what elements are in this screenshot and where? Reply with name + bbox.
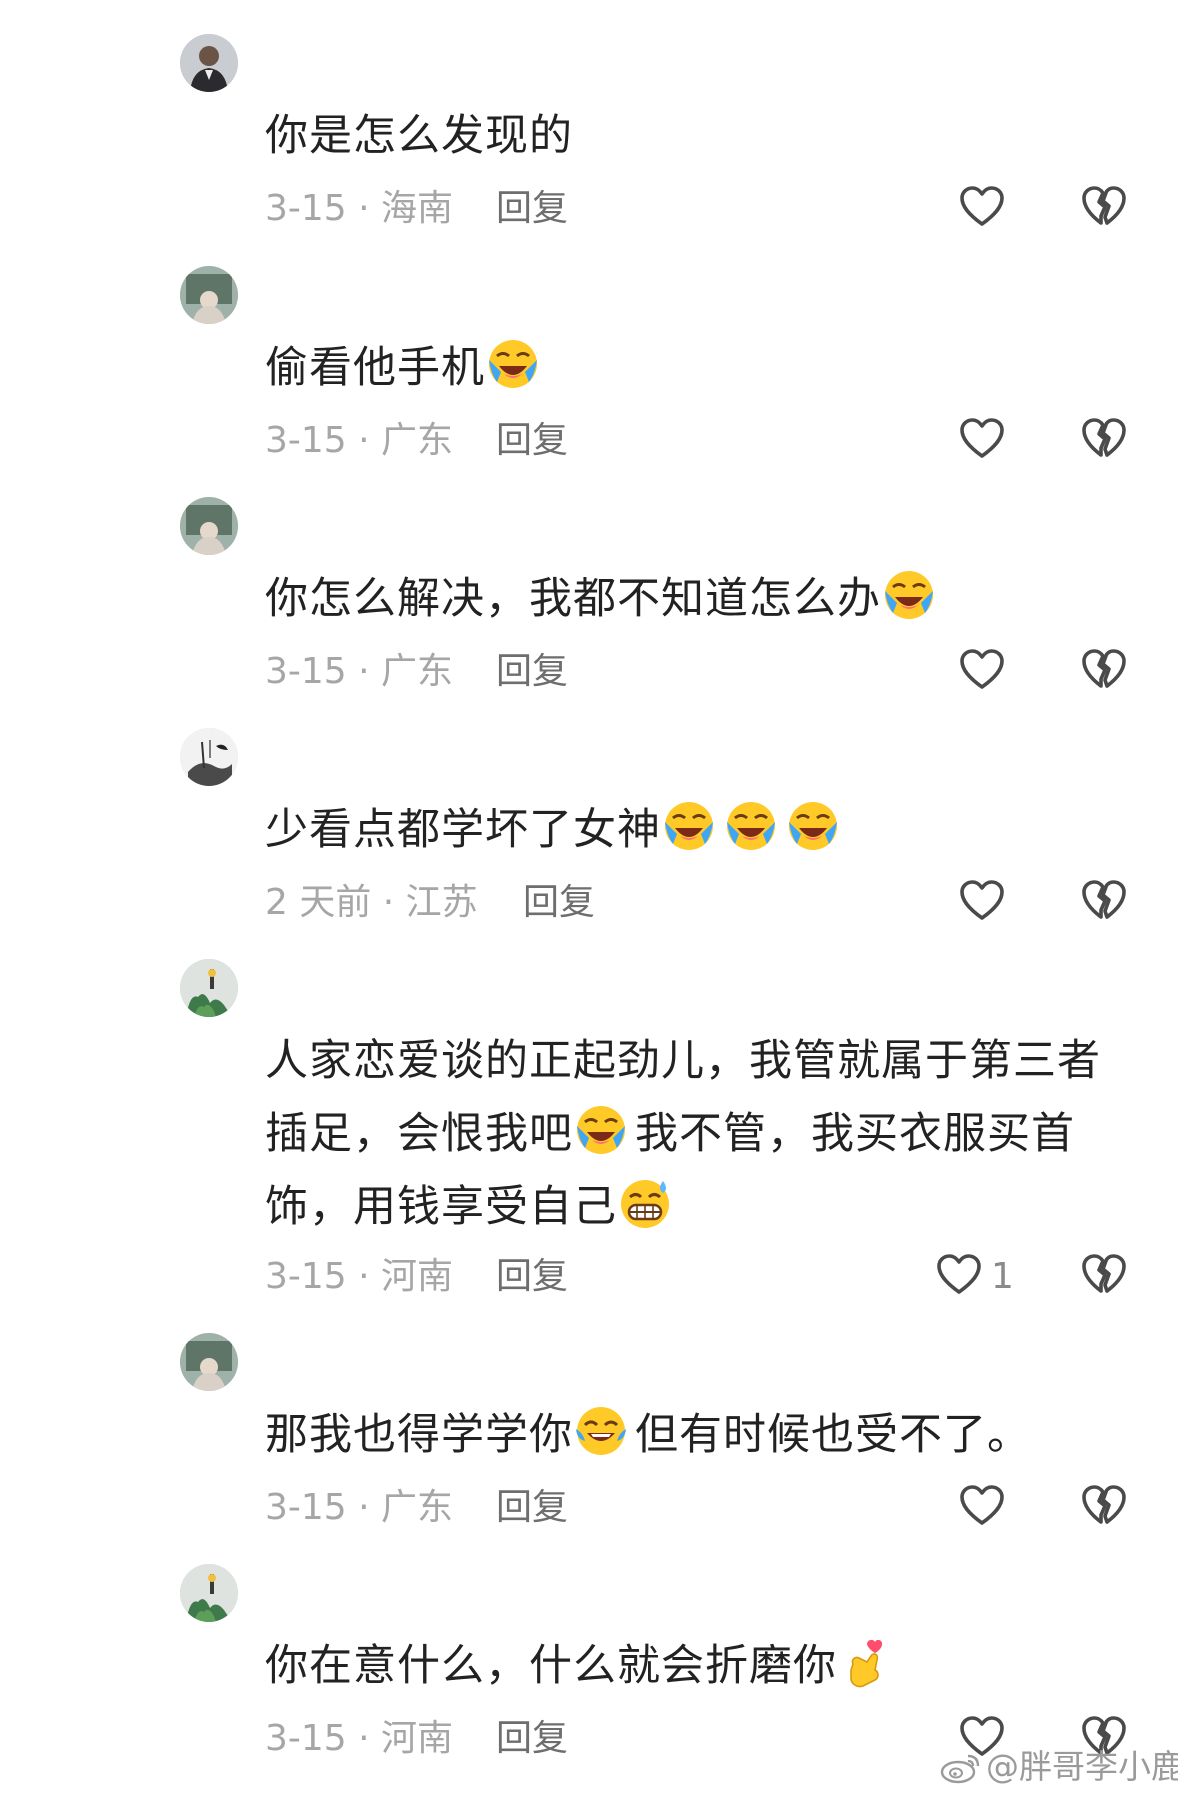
comment-text-segment: 但有时候也受不了。 xyxy=(635,1410,1031,1460)
dislike-button[interactable] xyxy=(1080,1252,1130,1302)
avatar[interactable] xyxy=(180,34,238,92)
comment-time-location: 3-15 · 河南 xyxy=(265,1718,454,1759)
comment-text-segment: 你是怎么发现的 xyxy=(265,111,573,161)
reply-button[interactable]: 回复 xyxy=(496,1483,568,1533)
broken-heart-icon xyxy=(1080,878,1130,922)
loudly-crying-face-icon xyxy=(661,798,717,854)
loudly-crying-face-icon xyxy=(881,567,937,623)
comment-text-segment: 少看点都学坏了女神 xyxy=(265,805,661,855)
avatar[interactable] xyxy=(180,728,238,786)
loudly-crying-face-icon xyxy=(785,798,841,854)
comment-text-segment: 偷看他手机 xyxy=(265,343,485,393)
avatar[interactable] xyxy=(180,497,238,555)
comment-time-location: 3-15 · 广东 xyxy=(265,651,454,692)
broken-heart-icon xyxy=(1080,184,1130,228)
loudly-crying-face-icon xyxy=(573,1102,629,1158)
heart-outline-icon xyxy=(958,1483,1014,1527)
watermark-text: @胖哥李小鹿 xyxy=(986,1747,1178,1786)
broken-heart-icon xyxy=(1080,647,1130,691)
like-button[interactable] xyxy=(958,416,1014,466)
like-button[interactable] xyxy=(958,647,1014,697)
reply-button[interactable]: 回复 xyxy=(496,1252,568,1302)
avatar[interactable] xyxy=(180,959,238,1017)
broken-heart-icon xyxy=(1080,1483,1130,1527)
like-button[interactable] xyxy=(958,878,1014,928)
face-with-tears-of-joy-icon xyxy=(573,1403,629,1459)
avatar[interactable] xyxy=(180,1564,238,1622)
dislike-button[interactable] xyxy=(1080,184,1130,234)
finger-heart-icon xyxy=(837,1634,893,1690)
dislike-button[interactable] xyxy=(1080,878,1130,928)
broken-heart-icon xyxy=(1080,1252,1130,1296)
heart-outline-icon xyxy=(958,416,1014,460)
comment-time-location: 3-15 · 海南 xyxy=(265,188,454,229)
like-button[interactable] xyxy=(958,1483,1014,1533)
loudly-crying-face-icon xyxy=(723,798,779,854)
comment-text-segment: 你在意什么，什么就会折磨你 xyxy=(265,1641,837,1691)
like-button[interactable] xyxy=(958,184,1014,234)
comment-time-location: 3-15 · 河南 xyxy=(265,1256,454,1297)
comment-time-location: 2 天前 · 江苏 xyxy=(265,882,478,923)
dislike-button[interactable] xyxy=(1080,1483,1130,1533)
comment-text-segment: 你怎么解决，我都不知道怎么办 xyxy=(265,574,881,624)
broken-heart-icon xyxy=(1080,416,1130,460)
heart-outline-icon xyxy=(958,184,1014,228)
heart-outline-icon xyxy=(958,647,1014,691)
comment-text: 少看点都学坏了女神 xyxy=(265,794,1125,867)
comment-text: 人家恋爱谈的正起劲儿，我管就属于第三者插足，会恨我吧 我不管，我买衣服买首饰，用钱… xyxy=(265,1025,1125,1244)
dislike-button[interactable] xyxy=(1080,416,1130,466)
weibo-logo-icon xyxy=(940,1750,982,1784)
comment-text: 你在意什么，什么就会折磨你 xyxy=(265,1630,1125,1703)
reply-button[interactable]: 回复 xyxy=(523,878,595,928)
dislike-button[interactable] xyxy=(1080,647,1130,697)
comment-text: 你是怎么发现的 xyxy=(265,100,1125,173)
heart-outline-icon xyxy=(935,1252,991,1296)
comment-time-location: 3-15 · 广东 xyxy=(265,1487,454,1528)
comment-text-segment: 那我也得学学你 xyxy=(265,1410,573,1460)
like-count: 1 xyxy=(991,1256,1014,1297)
reply-button[interactable]: 回复 xyxy=(496,416,568,466)
comment-text: 那我也得学学你 但有时候也受不了。 xyxy=(265,1399,1125,1472)
loudly-crying-face-icon xyxy=(485,336,541,392)
avatar[interactable] xyxy=(180,266,238,324)
like-button[interactable] xyxy=(935,1252,991,1302)
avatar[interactable] xyxy=(180,1333,238,1391)
reply-button[interactable]: 回复 xyxy=(496,1714,568,1764)
comment-text: 偷看他手机 xyxy=(265,332,1125,405)
comment-text: 你怎么解决，我都不知道怎么办 xyxy=(265,563,1125,636)
heart-outline-icon xyxy=(958,878,1014,922)
reply-button[interactable]: 回复 xyxy=(496,647,568,697)
comment-time-location: 3-15 · 广东 xyxy=(265,420,454,461)
reply-button[interactable]: 回复 xyxy=(496,184,568,234)
watermark: @胖哥李小鹿 xyxy=(940,1745,1178,1789)
grinning-sweat-face-icon xyxy=(617,1175,673,1231)
